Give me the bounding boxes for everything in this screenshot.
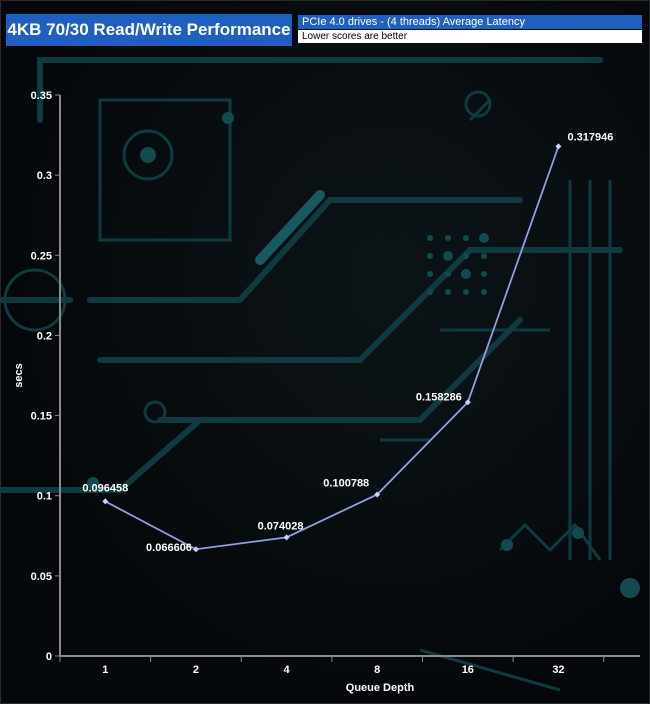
y-tick-label: 0.15 (31, 411, 52, 423)
x-tick-label: 2 (193, 664, 199, 676)
data-label: 0.074028 (258, 520, 304, 532)
y-tick-label: 0.05 (31, 571, 52, 583)
data-label: 0.317946 (567, 131, 613, 143)
y-tick-label: 0.25 (31, 250, 52, 262)
y-tick-label: 0.2 (37, 330, 52, 342)
chart-note: Lower scores are better (298, 30, 642, 43)
data-label: 0.066606 (146, 542, 192, 554)
chart-subtitle: PCIe 4.0 drives - (4 threads) Average La… (298, 15, 642, 29)
y-tick-label: 0 (46, 651, 52, 663)
x-tick-label: 32 (552, 664, 564, 676)
x-tick-label: 1 (102, 664, 108, 676)
x-tick-label: 16 (462, 664, 474, 676)
chart-title: 4KB 70/30 Read/Write Performance (6, 14, 292, 46)
data-point (555, 143, 562, 150)
circuit-background (0, 57, 640, 692)
data-marks: 0.096458 0.066606 0.074028 0.100788 0.158286… (82, 131, 613, 554)
x-tick-label: 4 (284, 664, 291, 676)
data-label: 0.096458 (82, 482, 128, 494)
y-tick-label: 0.1 (37, 491, 52, 503)
y-axis-label: secs (13, 363, 25, 387)
y-tick-label: 0.35 (31, 90, 52, 102)
y-tick-label: 0.3 (37, 170, 52, 182)
chart-svg: 0 0.05 0.1 0.15 0.2 0.25 0.3 0.35 1 2 4 8 16 32 Queue … (0, 57, 640, 694)
data-point (283, 534, 290, 541)
data-label: 0.100788 (323, 477, 369, 489)
x-tick-label: 8 (374, 664, 380, 676)
x-axis-label: Queue Depth (346, 682, 415, 694)
data-label: 0.158286 (416, 391, 462, 403)
